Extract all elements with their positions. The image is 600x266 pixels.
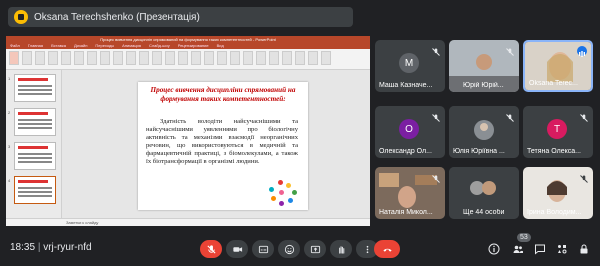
tab-insert: Вставка — [51, 43, 66, 48]
camera-toggle-button[interactable] — [226, 240, 248, 258]
participant-name: Юрій Юрій... — [463, 82, 504, 89]
avatar: Т — [547, 119, 567, 139]
avatar: О — [399, 119, 419, 139]
host-controls-button[interactable] — [576, 241, 592, 257]
participant-name: Тетяна Олекса... — [527, 148, 581, 155]
people-button[interactable] — [510, 241, 526, 257]
mic-off-icon — [579, 171, 589, 183]
leave-call-button[interactable] — [374, 240, 400, 258]
people-icon — [513, 245, 523, 253]
mic-off-icon — [505, 110, 515, 122]
tab-animation: Анимация — [122, 43, 141, 48]
tab-home: Главная — [27, 43, 44, 48]
chat-button[interactable] — [532, 241, 548, 257]
end-call-icon — [382, 248, 392, 252]
tab-slideshow: Слайд-шоу — [148, 43, 170, 48]
mic-off-icon — [505, 44, 515, 56]
powerpoint-ribbon — [6, 49, 370, 70]
presentation-icon — [14, 10, 28, 24]
mic-off-icon — [206, 244, 216, 254]
captions-icon — [258, 245, 268, 253]
lock-icon — [580, 244, 588, 254]
participant-name: Маша Казначе... — [379, 82, 433, 89]
avatar: М — [399, 53, 419, 73]
participant-tile[interactable]: М Маша Казначе... — [375, 40, 445, 92]
tab-transitions: Переходы — [95, 43, 115, 48]
slide-body: Здатність володіти найсучаснішими та най… — [146, 118, 298, 165]
more-icon — [366, 245, 368, 253]
presenter-banner[interactable]: Oksana Terechshenko (Презентація) — [8, 7, 353, 27]
participant-tile[interactable]: Юрій Юрій... — [449, 40, 519, 92]
molecule-illustration — [266, 178, 300, 208]
current-slide: Процес вивчення дисципліни спрямований н… — [138, 82, 308, 210]
tab-view: Вид — [216, 43, 224, 48]
participant-tile[interactable]: Т Тетяна Олекса... — [523, 106, 593, 158]
info-icon — [488, 243, 500, 255]
emoji-button[interactable] — [278, 240, 300, 258]
slide-thumbnail — [14, 74, 56, 102]
mic-off-icon — [579, 110, 589, 122]
slide-thumbnail — [14, 142, 56, 170]
top-bar: Oksana Terechshenko (Презентація) — [0, 0, 600, 34]
captions-button[interactable] — [252, 240, 274, 258]
more-participants-tile[interactable]: Ще 44 особи — [449, 167, 519, 219]
present-icon — [310, 245, 320, 253]
powerpoint-title-bar: Процес вивчення дисциплін спрямований на… — [6, 36, 370, 43]
meeting-info: 18:35 | vrj-ryur-nfd — [10, 242, 92, 253]
meeting-details-button[interactable] — [486, 241, 502, 257]
participant-name: Юлія Юріївна ... — [453, 148, 505, 155]
participant-name: Наталія Микол... — [379, 209, 433, 216]
participant-tile[interactable]: Юлія Юріївна ... — [449, 106, 519, 158]
tab-file: Файл — [10, 43, 20, 48]
clock: 18:35 — [10, 242, 36, 253]
activities-button[interactable] — [554, 241, 570, 257]
mic-toggle-button[interactable] — [200, 240, 222, 258]
participant-tile[interactable]: Наталія Микол... — [375, 167, 445, 219]
camera-off-icon — [232, 246, 242, 252]
meeting-code: vrj-ryur-nfd — [43, 242, 92, 253]
powerpoint-workspace: 1 2 3 4 Процес вивчення дисципліни спрям… — [6, 70, 370, 218]
shared-screen: Процес вивчення дисциплін спрямований на… — [6, 36, 370, 226]
slide-thumbnail — [14, 108, 56, 136]
bottom-bar: 18:35 | vrj-ryur-nfd 53 — [0, 232, 600, 266]
raise-hand-icon — [338, 245, 344, 254]
mic-off-icon — [431, 44, 441, 56]
activities-icon — [558, 245, 567, 254]
presenter-name: Oksana Terechshenko (Презентація) — [34, 11, 200, 23]
powerpoint-status-bar: Заметки к слайду — [6, 218, 370, 226]
chat-icon — [535, 244, 545, 255]
tab-design: Дизайн — [73, 43, 88, 48]
participant-tile-speaking[interactable]: Oksana Terec... — [523, 40, 593, 92]
tab-review: Рецензирование — [177, 43, 209, 48]
participant-tile[interactable]: О Олександр Ол... — [375, 106, 445, 158]
slide-thumbnail-selected — [14, 176, 56, 204]
participant-name: Олександр Ол... — [379, 148, 432, 155]
mic-off-icon — [431, 110, 441, 122]
participant-name: Oksana Terec... — [529, 80, 578, 87]
emoji-icon — [284, 244, 294, 254]
more-participants-label: Ще 44 особи — [463, 209, 505, 216]
slide-title: Процес вивчення дисципліни спрямований н… — [150, 86, 296, 103]
participant-tile[interactable]: Ірина Володим... — [523, 167, 593, 219]
participant-name: Ірина Володим... — [527, 209, 582, 216]
slide-thumbnails: 1 2 3 4 — [6, 70, 62, 218]
speaking-indicator-icon — [577, 46, 587, 57]
raise-hand-button[interactable] — [330, 240, 352, 258]
mic-off-icon — [431, 171, 441, 183]
participant-count-badge: 53 — [517, 233, 531, 242]
present-button[interactable] — [304, 240, 326, 258]
